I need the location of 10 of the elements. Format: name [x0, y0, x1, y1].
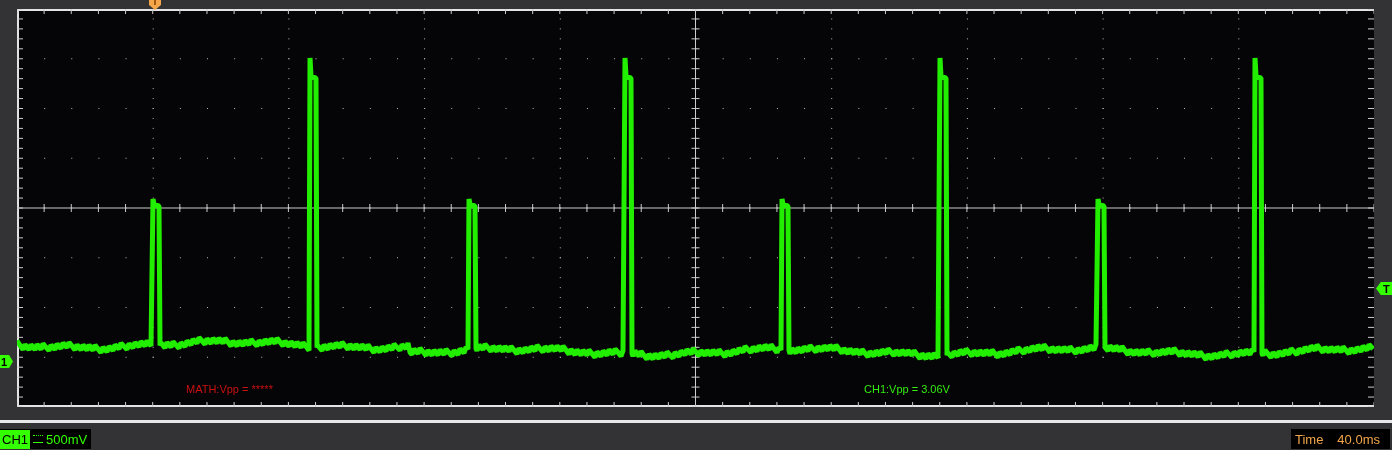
volts-per-division: 500mV: [46, 431, 88, 447]
time-label: Time: [1294, 431, 1324, 447]
trigger-level-marker[interactable]: T: [1376, 282, 1392, 295]
channel-label[interactable]: CH1: [0, 429, 30, 449]
measurement-readout: CH1:Vpp = 3.06V: [864, 383, 950, 395]
channel-marker[interactable]: 1: [0, 355, 13, 368]
time-per-division: 40.0ms: [1337, 431, 1380, 447]
coupling-icon: [33, 435, 43, 443]
trigger-position-marker[interactable]: [149, 0, 161, 10]
measurement-readout: MATH:Vpp = *****: [186, 383, 273, 395]
